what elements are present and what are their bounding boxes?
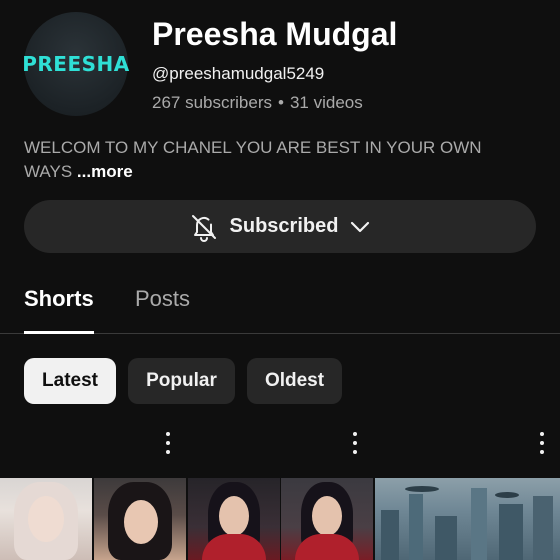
short-thumbnail[interactable] <box>0 418 186 560</box>
filter-oldest-chip[interactable]: Oldest <box>247 358 342 404</box>
channel-avatar[interactable]: PREESHA <box>22 12 130 116</box>
thumbnail-image <box>188 478 280 560</box>
bell-off-icon <box>188 211 220 243</box>
short-thumbnail[interactable] <box>188 418 373 560</box>
active-tab-indicator <box>24 331 94 334</box>
filter-popular-chip[interactable]: Popular <box>128 358 235 404</box>
thumbnail-image <box>281 478 373 560</box>
channel-stats: 267 subscribers • 31 videos <box>152 93 363 113</box>
more-link[interactable]: ...more <box>77 162 133 181</box>
subscriber-count: 267 subscribers <box>152 93 273 112</box>
thumbnail-image <box>0 478 92 560</box>
short-thumbnail[interactable] <box>375 418 560 560</box>
shorts-grid <box>0 418 560 560</box>
channel-name: Preesha Mudgal <box>152 16 398 52</box>
channel-tabs: Shorts Posts <box>0 270 560 334</box>
more-options-icon[interactable] <box>536 432 548 454</box>
thumbnail-image <box>94 478 186 560</box>
thumbnail-image <box>375 478 560 560</box>
tab-posts[interactable]: Posts <box>135 286 190 312</box>
chevron-down-icon <box>348 215 372 239</box>
channel-handle: @preeshamudgal5249 <box>152 64 325 83</box>
avatar-logo-text: PREESHA <box>22 52 130 76</box>
tab-shorts[interactable]: Shorts <box>24 286 94 312</box>
stats-separator: • <box>278 93 284 112</box>
subscribed-button[interactable]: Subscribed <box>24 200 536 253</box>
subscribed-label: Subscribed <box>229 215 339 237</box>
more-options-icon[interactable] <box>349 432 361 454</box>
more-options-icon[interactable] <box>162 432 174 454</box>
video-count: 31 videos <box>289 93 363 112</box>
filter-latest-chip[interactable]: Latest <box>24 358 116 404</box>
channel-description[interactable]: WELCOM TO MY CHANEL YOU ARE BEST IN YOUR… <box>24 136 494 184</box>
